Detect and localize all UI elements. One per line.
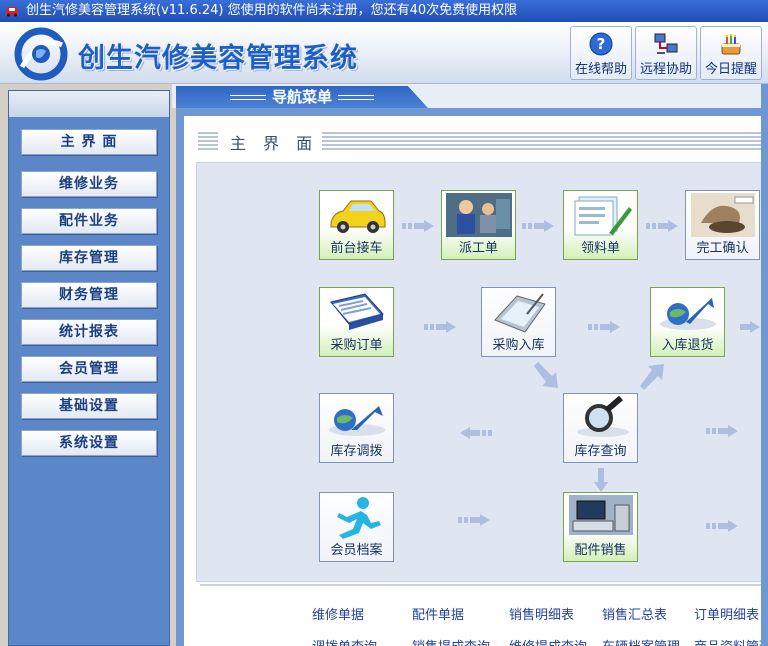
online-help-button[interactable]: ? 在线帮助 — [570, 26, 632, 80]
today-reminder-label: 今日提醒 — [704, 62, 757, 77]
magnifier-icon — [576, 396, 629, 437]
flow-node-label: 库存查询 — [574, 444, 627, 459]
pos-terminal-icon — [568, 495, 633, 535]
remote-assist-button[interactable]: 远程协助 — [635, 26, 697, 80]
flow-node-purchase-order[interactable]: 采购订单 — [319, 287, 394, 357]
flow-node-dispatch[interactable]: 派工单 — [441, 190, 516, 260]
today-reminder-button[interactable]: 今日提醒 — [700, 26, 762, 80]
stamp-icon — [690, 193, 755, 237]
arrow-right-icon — [740, 321, 760, 333]
arrow-down-icon — [594, 468, 608, 492]
arrow-down-right-icon — [534, 362, 558, 388]
app-window: 创生汽修美容管理系统(v11.6.24) 您使用的软件尚未注册，您还有40次免费… — [0, 0, 768, 646]
link-repair-docs[interactable]: 维修单据 — [312, 604, 364, 623]
flow-node-label: 会员档案 — [330, 543, 383, 558]
link-vehicle-records[interactable]: 车辆档案管理 — [602, 636, 680, 646]
car-app-icon — [6, 7, 18, 17]
link-sales-commission[interactable]: 销售提成查询 — [412, 636, 490, 646]
flow-node-stock-query[interactable]: 库存查询 — [563, 393, 638, 463]
sidebar-item-finance[interactable]: 财务管理 — [21, 282, 157, 308]
arrow-right-icon — [522, 220, 554, 232]
purchase-order-icon — [329, 293, 384, 330]
form-pen-icon — [574, 196, 632, 236]
flow-node-label: 库存调拨 — [330, 444, 383, 459]
svg-text:?: ? — [597, 35, 606, 53]
link-product-info[interactable]: 商品资料管理 — [694, 636, 768, 646]
return-globe-icon — [659, 298, 716, 330]
arrow-right-icon — [402, 220, 434, 232]
sidebar-item-basic-settings[interactable]: 基础设置 — [21, 393, 157, 419]
app-name: 创生汽修美容管理系统 — [78, 43, 358, 74]
online-help-label: 在线帮助 — [574, 62, 627, 77]
arrow-right-icon — [588, 321, 620, 333]
remote-assist-icon — [654, 33, 678, 54]
flow-node-label: 领料单 — [580, 241, 620, 256]
transfer-globe-icon — [328, 406, 385, 436]
flow-node-stock-transfer[interactable]: 库存调拨 — [319, 393, 394, 463]
link-order-detail[interactable]: 订单明细表 — [694, 604, 759, 623]
flow-node-member-profile[interactable]: 会员档案 — [319, 492, 394, 562]
link-sales-detail[interactable]: 销售明细表 — [509, 604, 574, 623]
arrow-right-icon — [646, 220, 678, 232]
sidebar-item-inventory[interactable]: 库存管理 — [21, 245, 157, 271]
sidebar-header — [9, 91, 169, 117]
sidebar: 主 界 面 维修业务 配件业务 库存管理 财务管理 统计报表 会员管理 基础设置… — [8, 90, 170, 646]
sidebar-item-members[interactable]: 会员管理 — [21, 356, 157, 382]
help-icon: ? — [589, 32, 613, 56]
flow-node-material-requisition[interactable]: 领料单 — [563, 190, 638, 260]
mechanic-icon — [445, 193, 512, 237]
title-stripes-left — [198, 132, 218, 150]
flow-node-purchase-inbound[interactable]: 采购入库 — [481, 287, 556, 357]
arrow-right-icon — [424, 321, 456, 333]
section-title: 主 界 面 — [230, 134, 319, 153]
sidebar-item-system-settings[interactable]: 系统设置 — [21, 430, 157, 456]
title-stripes-right — [322, 132, 768, 150]
sidebar-item-main[interactable]: 主 界 面 — [21, 129, 157, 155]
flow-node-parts-sales[interactable]: 配件销售 — [563, 492, 638, 562]
link-transfer-query[interactable]: 调拨单查询 — [312, 636, 377, 646]
tab-decoration-right — [338, 95, 374, 100]
title-bar: 创生汽修美容管理系统(v11.6.24) 您使用的软件尚未注册，您还有40次免费… — [0, 0, 768, 22]
arrow-right-icon — [458, 514, 490, 526]
nav-menu-title: 导航菜单 — [271, 88, 332, 106]
pda-icon — [493, 293, 546, 333]
arrow-right-icon — [706, 520, 738, 532]
reminder-cake-icon — [721, 33, 741, 55]
arrow-left-icon — [460, 427, 492, 439]
arrow-right-icon — [706, 425, 738, 437]
remote-assist-label: 远程协助 — [639, 62, 692, 77]
tab-decoration-left — [229, 95, 266, 100]
app-header: 创生汽修美容管理系统 ? 在线帮助 远程协助 今日提醒 — [0, 22, 768, 84]
flow-node-inbound-return[interactable]: 入库退货 — [650, 287, 725, 357]
runner-icon — [336, 497, 381, 539]
sidebar-item-reports[interactable]: 统计报表 — [21, 319, 157, 345]
flow-node-completion[interactable]: 完工确认 — [685, 190, 760, 260]
car-icon — [330, 200, 385, 233]
nav-menu-tab: 导航菜单 — [176, 86, 428, 108]
flow-node-label: 采购订单 — [330, 338, 383, 353]
flow-node-label: 前台接车 — [330, 241, 383, 256]
arrow-up-right-icon — [640, 364, 664, 390]
flow-node-label: 派工单 — [458, 241, 498, 256]
link-repair-commission[interactable]: 维修提成查询 — [509, 636, 587, 646]
link-sales-summary[interactable]: 销售汇总表 — [602, 604, 667, 623]
logo-icon — [14, 27, 68, 81]
divider — [200, 584, 768, 586]
flow-node-label: 入库退货 — [661, 338, 714, 353]
link-parts-docs[interactable]: 配件单据 — [412, 604, 464, 623]
sidebar-item-parts[interactable]: 配件业务 — [21, 208, 157, 234]
title-text: 创生汽修美容管理系统(v11.6.24) 您使用的软件尚未注册，您还有40次免费… — [26, 3, 518, 18]
flow-node-label: 完工确认 — [696, 241, 749, 256]
scrollbar[interactable] — [761, 84, 768, 646]
sidebar-item-repair[interactable]: 维修业务 — [21, 171, 157, 197]
flow-node-reception[interactable]: 前台接车 — [319, 190, 394, 260]
flow-node-label: 采购入库 — [492, 338, 545, 353]
flow-node-label: 配件销售 — [574, 543, 627, 558]
